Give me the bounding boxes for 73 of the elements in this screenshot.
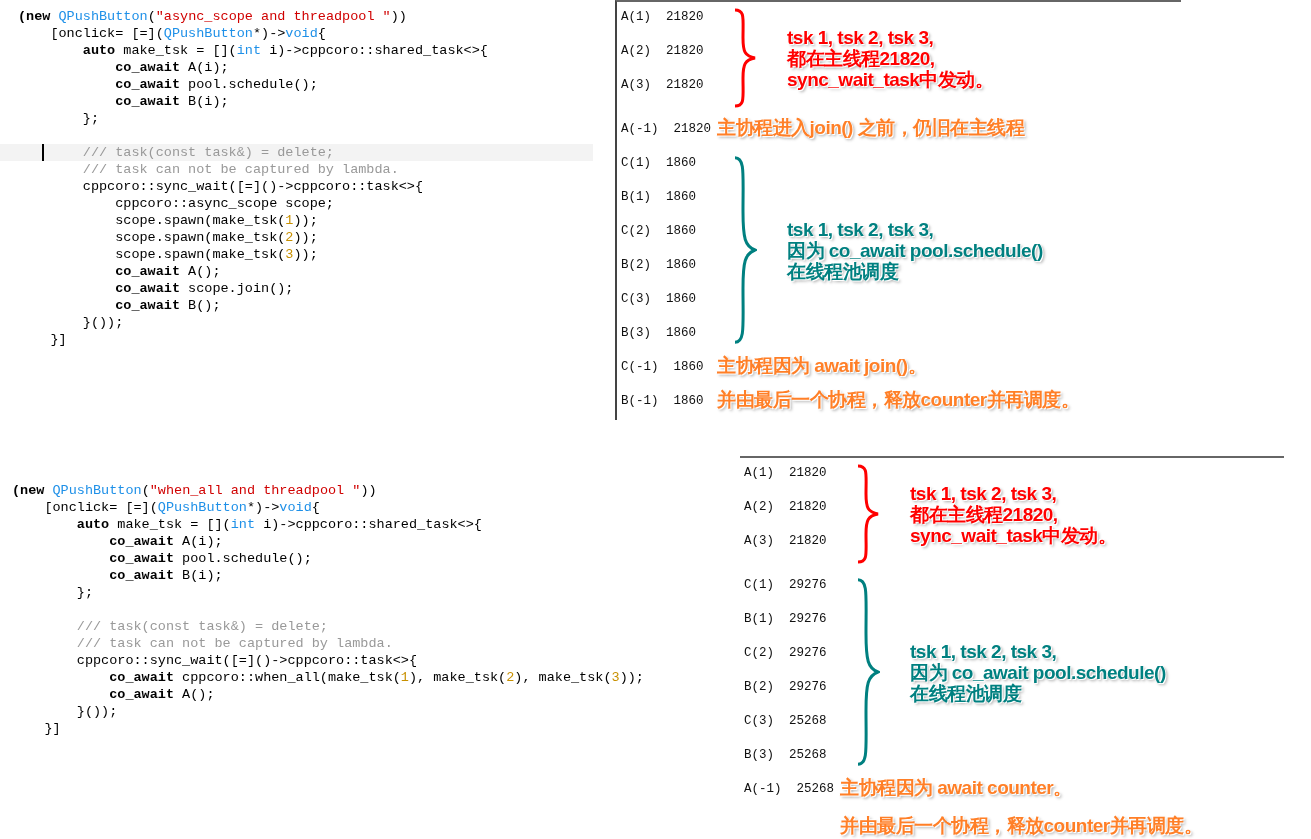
output-line: A(3) 21820 [744,533,828,550]
code-line: auto make_tsk = [](int i)->cppcoro::shared_task<>{ [76,516,482,533]
code-line: }] [50,331,67,348]
output-line: B(1) 29276 [744,611,828,628]
output-line: C(1) 1860 [621,155,697,172]
annotation-text: tsk 1, tsk 2, tsk 3, [787,218,935,240]
annotation-text: 都在主线程21820, [787,47,936,69]
annotation-text: 并由最后一个协程，释放counter并再调度。 [717,388,1080,412]
code-line: /// task(const task&) = delete; [82,144,334,161]
annotation-text: 并由最后一个协程，释放counter并再调度。 [840,814,1203,838]
annotation-text: sync_wait_task中发动。 [910,524,1117,546]
annotation-text: 主协程进入join() 之前，仍旧在主线程 [717,116,1025,140]
output-line: B(2) 29276 [744,679,828,696]
output-line: B(1) 1860 [621,189,697,206]
code-line: co_await B(); [115,297,221,314]
code-line: }; [82,110,99,127]
annotation-text: 主协程因为 await join()。 [717,354,926,378]
code-line: scope.spawn(make_tsk(2)); [115,229,318,246]
output-line: B(2) 1860 [621,257,697,274]
code-line: (new QPushButton("when_all and threadpool ")) [12,482,377,499]
annotation-text: sync_wait_task中发动。 [787,68,994,90]
code-line: co_await A(i); [115,59,229,76]
code-line: /// task can not be captured by lambda. [76,635,393,652]
code-line: scope.spawn(make_tsk(1)); [115,212,318,229]
code-line: cppcoro::sync_wait([=]()->cppcoro::task<>{ [82,178,424,195]
output-line: B(3) 1860 [621,325,697,342]
output-line: A(2) 21820 [621,43,705,60]
annotation-text: 在线程池调度 [787,260,900,282]
output-line: C(2) 29276 [744,645,828,662]
code-line: [onclick= [=](QPushButton*)->void{ [44,499,320,516]
annotation-text: 因为 co_await pool.schedule() [910,661,1166,683]
output-line: C(2) 1860 [621,223,697,240]
code-line: co_await pool.schedule(); [109,550,312,567]
code-line: (new QPushButton("async_scope and threadpool ")) [18,8,407,25]
code-line: co_await cppcoro::when_all(make_tsk(1), make_tsk(2), make_tsk(3)); [109,669,644,686]
code-line: co_await B(i); [115,93,229,110]
code-line: co_await A(i); [109,533,223,550]
code-line: scope.spawn(make_tsk(3)); [115,246,318,263]
code-line: /// task(const task&) = delete; [76,618,328,635]
annotation-text: 主协程因为 await counter。 [840,776,1072,800]
output-line: B(3) 25268 [744,747,828,764]
code-line: cppcoro::sync_wait([=]()->cppcoro::task<>{ [76,652,418,669]
code-line: /// task can not be captured by lambda. [82,161,399,178]
output-line: C(1) 29276 [744,577,828,594]
output-line: A(2) 21820 [744,499,828,516]
code-line: }] [44,720,61,737]
code-line: co_await A(); [115,263,221,280]
output-line: A(-1) 21820 [621,121,712,138]
annotation-text: tsk 1, tsk 2, tsk 3, [910,482,1058,504]
annotation-text: 都在主线程21820, [910,503,1059,525]
code-line: cppcoro::async_scope scope; [115,195,334,212]
output-line: A(3) 21820 [621,77,705,94]
code-line: co_await scope.join(); [115,280,294,297]
output-line: C(3) 25268 [744,713,828,730]
code-line: co_await pool.schedule(); [115,76,318,93]
code-line: }()); [82,314,124,331]
code-line: }; [76,584,93,601]
code-line: co_await B(i); [109,567,223,584]
output-line: A(1) 21820 [744,465,828,482]
output-line: C(3) 1860 [621,291,697,308]
text-cursor [42,144,44,161]
code-line: }()); [76,703,118,720]
annotation-text: tsk 1, tsk 2, tsk 3, [787,26,935,48]
annotation-text: 因为 co_await pool.schedule() [787,239,1043,261]
code-line: auto make_tsk = [](int i)->cppcoro::shared_task<>{ [82,42,488,59]
annotation-text: tsk 1, tsk 2, tsk 3, [910,640,1058,662]
output-line: A(1) 21820 [621,9,705,26]
annotation-text: 在线程池调度 [910,682,1023,704]
code-line: co_await A(); [109,686,215,703]
code-line: [onclick= [=](QPushButton*)->void{ [50,25,326,42]
output-line: B(-1) 1860 [621,393,705,410]
output-line: A(-1) 25268 [744,781,835,798]
output-line: C(-1) 1860 [621,359,705,376]
